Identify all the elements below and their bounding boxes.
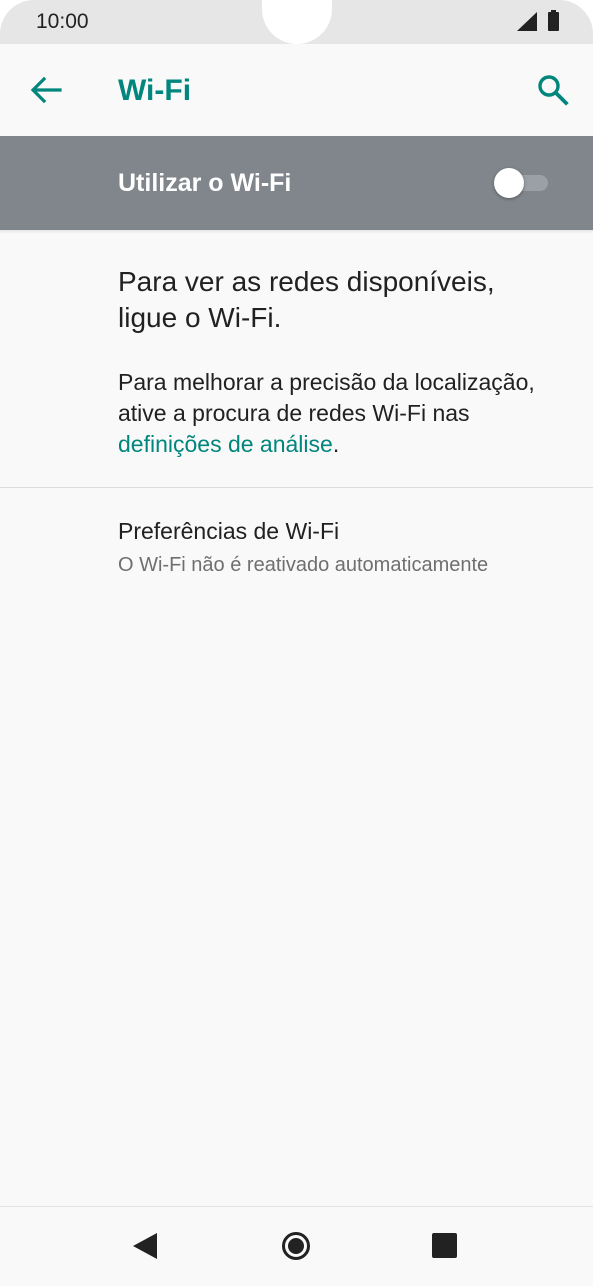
wifi-preferences-item[interactable]: Preferências de Wi-Fi O Wi-Fi não é reat… bbox=[0, 500, 593, 596]
arrow-back-icon bbox=[30, 76, 62, 104]
nav-back-icon[interactable] bbox=[133, 1233, 157, 1259]
back-button[interactable] bbox=[22, 66, 70, 114]
wifi-preferences-title: Preferências de Wi-Fi bbox=[118, 518, 340, 544]
location-hint-text: Para melhorar a precisão da localização,… bbox=[118, 369, 535, 426]
location-hint-suffix: . bbox=[332, 431, 340, 457]
divider bbox=[0, 487, 593, 488]
wifi-off-message: Para ver as redes disponíveis, ligue o W… bbox=[118, 266, 495, 333]
navigation-bar bbox=[0, 1206, 593, 1286]
app-bar: Wi-Fi bbox=[0, 44, 593, 136]
scan-settings-link[interactable]: definições de análise bbox=[118, 431, 333, 457]
wifi-toggle-label: Utilizar o Wi-Fi bbox=[118, 169, 292, 197]
phone-screen: 10:00 Wi-Fi Utilizar o Wi-Fi Para ver as… bbox=[0, 0, 593, 1286]
wifi-toggle-row[interactable]: Utilizar o Wi-Fi bbox=[0, 136, 593, 230]
status-time: 10:00 bbox=[36, 10, 89, 33]
switch-thumb bbox=[494, 168, 524, 198]
signal-icon bbox=[517, 12, 537, 31]
nav-home-icon[interactable] bbox=[282, 1232, 310, 1260]
location-hint: Para melhorar a precisão da localização,… bbox=[118, 367, 568, 460]
toggle-shadow bbox=[0, 230, 593, 234]
wifi-switch[interactable] bbox=[494, 168, 548, 198]
nav-recents-icon[interactable] bbox=[432, 1233, 457, 1258]
search-icon bbox=[538, 75, 569, 106]
page-title: Wi-Fi bbox=[118, 74, 192, 107]
search-button[interactable] bbox=[529, 66, 577, 114]
battery-icon bbox=[548, 10, 559, 31]
wifi-preferences-summary: O Wi-Fi não é reativado automaticamente bbox=[118, 554, 489, 576]
